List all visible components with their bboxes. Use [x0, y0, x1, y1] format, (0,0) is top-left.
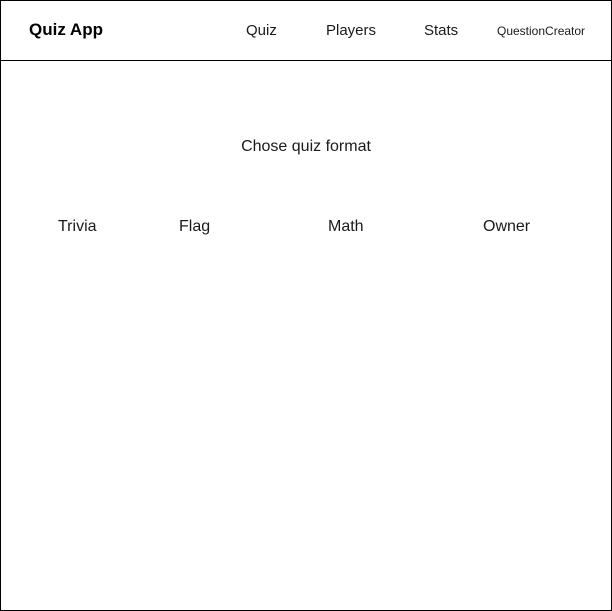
format-option-math[interactable]: Math [328, 217, 364, 236]
nav-item-players[interactable]: Players [326, 22, 376, 40]
nav-item-stats[interactable]: Stats [424, 22, 458, 40]
format-prompt: Chose quiz format [241, 138, 371, 155]
nav-item-question-creator[interactable]: QuestionCreator [497, 23, 585, 39]
format-option-owner[interactable]: Owner [483, 217, 530, 236]
nav-item-quiz[interactable]: Quiz [246, 22, 277, 40]
top-navbar: Quiz App Quiz Players Stats QuestionCrea… [1, 1, 611, 61]
format-option-flag[interactable]: Flag [179, 217, 210, 236]
app-title: Quiz App [29, 20, 103, 39]
format-option-trivia[interactable]: Trivia [58, 217, 97, 236]
app-window: Quiz App Quiz Players Stats QuestionCrea… [0, 0, 612, 611]
